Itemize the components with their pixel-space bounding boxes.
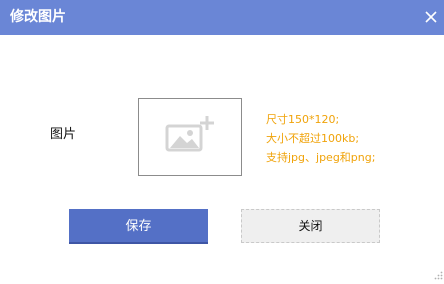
- hint-formats: 支持jpg、jpeg和png;: [266, 151, 376, 164]
- hint-file-size: 大小不超过100kb;: [266, 132, 360, 145]
- image-field-label: 图片: [50, 127, 77, 142]
- close-button[interactable]: 关闭: [241, 209, 380, 243]
- image-upload-area[interactable]: [138, 98, 242, 176]
- dialog-title: 修改图片: [10, 9, 66, 25]
- image-add-icon: [165, 116, 214, 152]
- resize-grip-icon[interactable]: [433, 265, 443, 280]
- close-icon[interactable]: [424, 9, 438, 23]
- edit-image-dialog: 修改图片 图片 尺寸150*120; 大小不超过100kb; 支持jpg、jpe…: [0, 0, 444, 280]
- hint-size: 尺寸150*120;: [266, 113, 340, 126]
- dialog-title-bar[interactable]: 修改图片: [0, 0, 444, 35]
- save-button[interactable]: 保存: [69, 209, 208, 244]
